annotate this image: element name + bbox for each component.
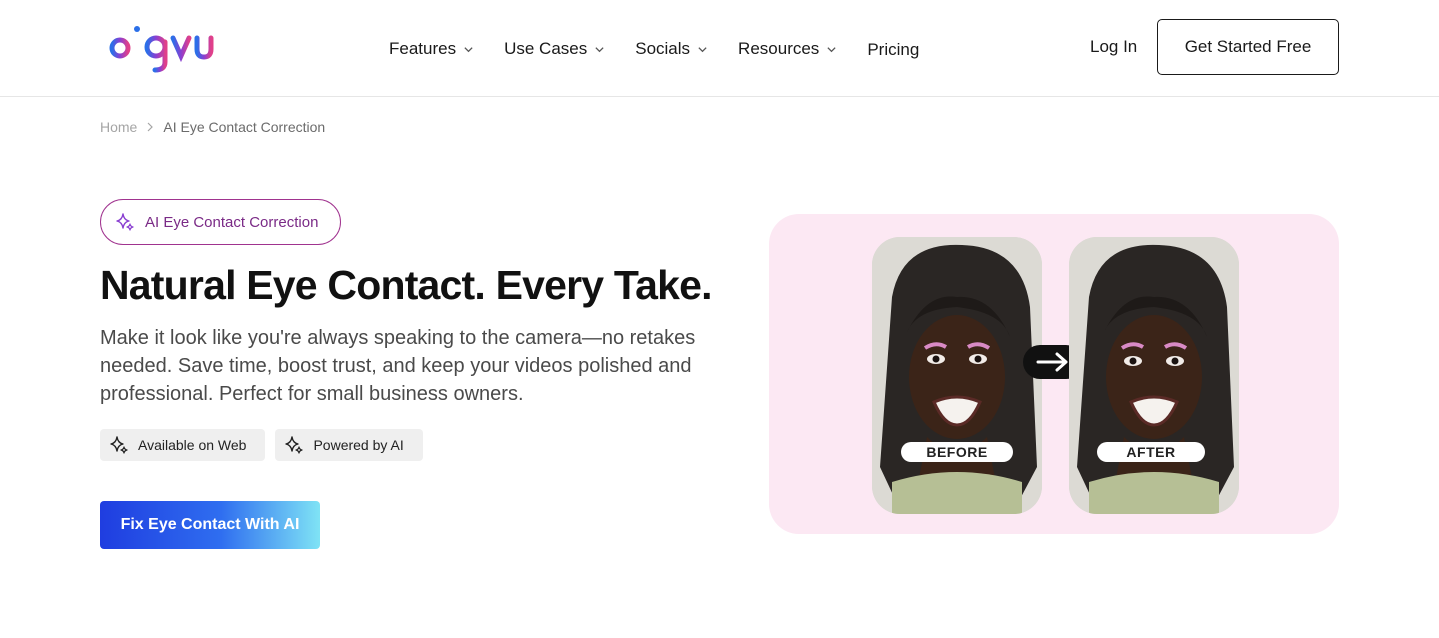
nav-features[interactable]: Features	[389, 37, 474, 61]
hero-description: Make it look like you're always speaking…	[100, 327, 696, 405]
site-header: Features Use Cases Socials Resources Pri…	[0, 0, 1439, 97]
chevron-down-icon	[827, 46, 836, 52]
before-photo: BEFORE	[872, 237, 1042, 514]
chevron-down-icon	[595, 46, 604, 52]
nav-socials[interactable]: Socials	[635, 37, 708, 61]
portrait-illustration	[872, 237, 1042, 514]
nav-resources-label: Resources	[738, 39, 820, 58]
feature-badge: AI Eye Contact Correction	[100, 199, 341, 245]
chevron-down-icon	[698, 46, 707, 52]
main-nav: Features Use Cases Socials Resources Pri…	[389, 36, 949, 62]
portrait-illustration	[1069, 237, 1239, 514]
nav-use-cases-label: Use Cases	[504, 39, 588, 58]
before-after-image: BEFORE AFTER	[769, 214, 1339, 534]
chip-label: Powered by AI	[313, 437, 404, 453]
nav-resources[interactable]: Resources	[738, 37, 837, 61]
feature-badge-label: AI Eye Contact Correction	[145, 213, 319, 231]
nav-features-label: Features	[389, 39, 457, 58]
breadcrumb-current: AI Eye Contact Correction	[163, 119, 326, 135]
feature-chips: Available on Web Powered by AI	[100, 429, 433, 461]
fix-eye-contact-button[interactable]: Fix Eye Contact With AI	[100, 501, 320, 549]
nav-socials-label: Socials	[635, 39, 691, 58]
chevron-right-icon	[147, 122, 154, 132]
bigvu-logo[interactable]	[101, 22, 221, 74]
breadcrumb: Home AI Eye Contact Correction	[100, 119, 325, 135]
login-link[interactable]: Log In	[1090, 37, 1137, 57]
chevron-down-icon	[464, 46, 473, 52]
sparkle-icon	[110, 436, 128, 454]
before-label: BEFORE	[901, 442, 1013, 462]
after-label: AFTER	[1097, 442, 1205, 462]
get-started-button[interactable]: Get Started Free	[1157, 19, 1339, 75]
chip-label: Available on Web	[138, 437, 247, 453]
nav-pricing-label: Pricing	[867, 40, 920, 59]
sparkle-icon	[285, 436, 304, 454]
nav-pricing[interactable]: Pricing	[867, 38, 919, 62]
page-title: Natural Eye Contact. Every Take.	[100, 262, 712, 308]
sparkle-icon	[116, 213, 134, 231]
chip-powered-by-ai: Powered by AI	[275, 429, 423, 461]
chip-available-on-web: Available on Web	[100, 429, 266, 461]
after-photo: AFTER	[1069, 237, 1239, 514]
breadcrumb-home[interactable]: Home	[100, 119, 137, 135]
nav-use-cases[interactable]: Use Cases	[504, 37, 605, 61]
